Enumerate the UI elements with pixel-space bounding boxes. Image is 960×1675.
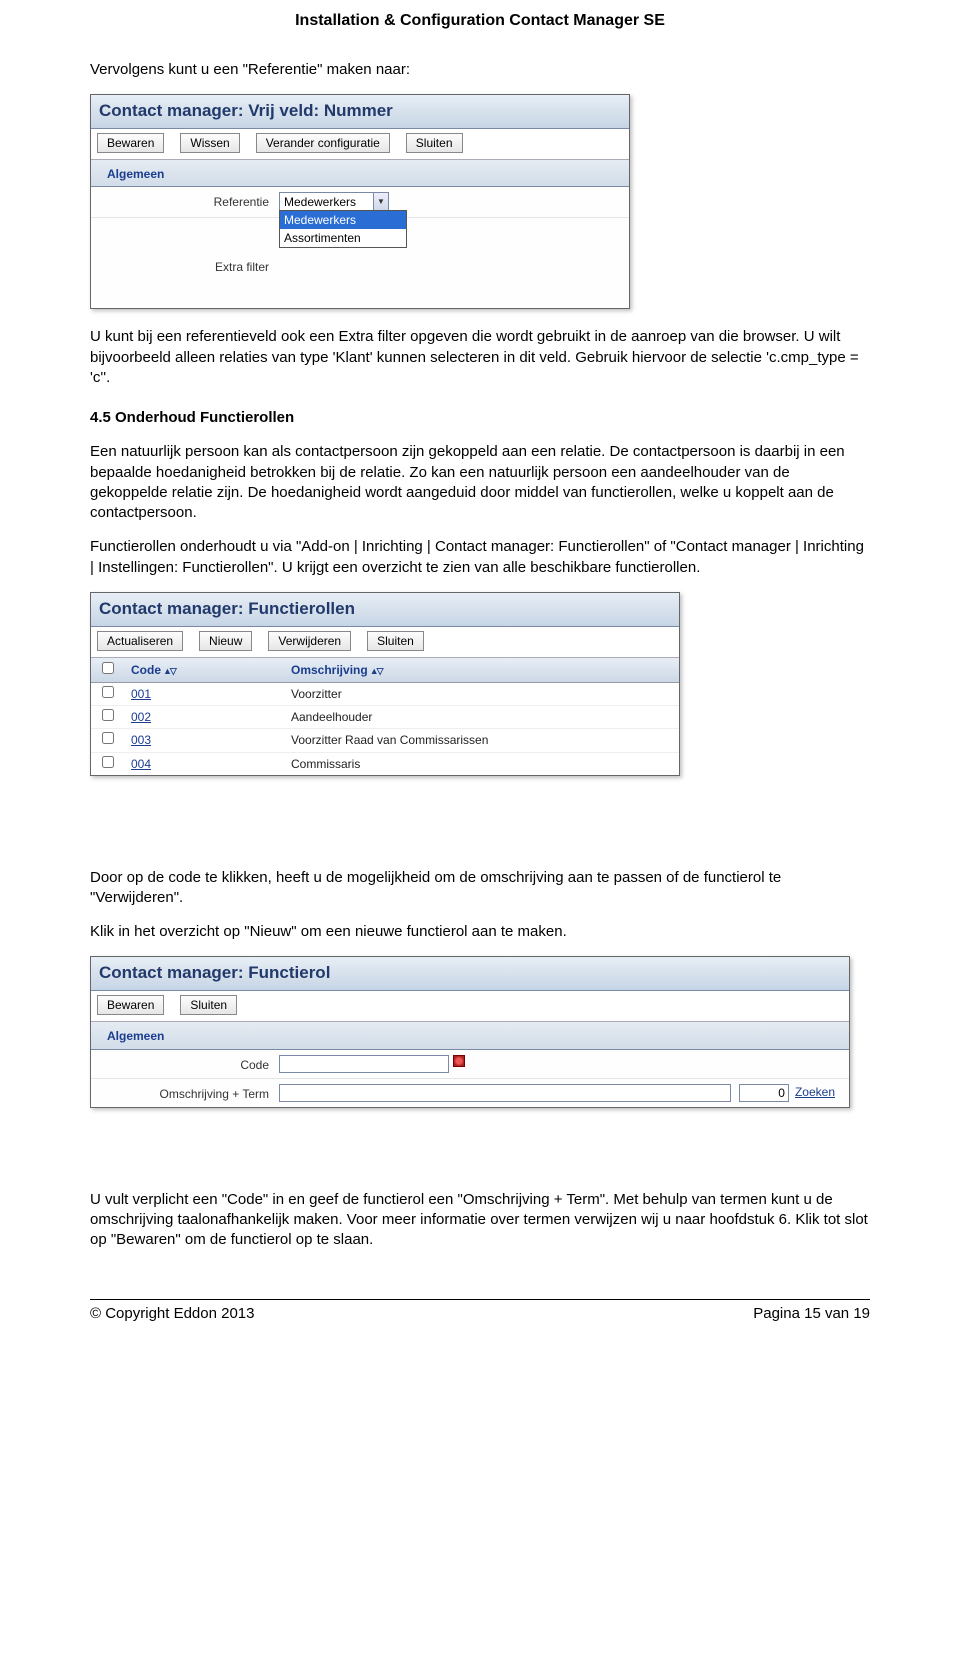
referentie-dropdown: Medewerkers Assortimenten: [279, 210, 407, 248]
sluiten-button[interactable]: Sluiten: [367, 631, 424, 651]
select-all-checkbox[interactable]: [102, 662, 114, 674]
verwijderen-button[interactable]: Verwijderen: [268, 631, 351, 651]
paragraph: U kunt bij een referentieveld ook een Ex…: [90, 327, 870, 388]
code-label: Code: [99, 1055, 279, 1073]
required-icon: [453, 1055, 467, 1067]
column-header-omschrijving[interactable]: Omschrijving▲▽: [285, 658, 388, 682]
row-description: Voorzitter: [285, 683, 679, 705]
omschrijving-input[interactable]: [279, 1084, 731, 1102]
panel-vrijveld: Contact manager: Vrij veld: Nummer Bewar…: [90, 94, 630, 310]
panel-functierollen: Contact manager: Functierollen Actualise…: [90, 592, 680, 776]
list-header: Code▲▽ Omschrijving▲▽: [91, 658, 679, 683]
row-checkbox[interactable]: [102, 686, 114, 698]
wissen-button[interactable]: Wissen: [180, 133, 239, 153]
chevron-down-icon: ▼: [373, 193, 388, 211]
table-row: 001 Voorzitter: [91, 683, 679, 706]
dropdown-option[interactable]: Medewerkers: [280, 211, 406, 229]
table-row: 003 Voorzitter Raad van Commissarissen: [91, 729, 679, 752]
sort-icon: ▲▽: [370, 666, 382, 676]
actualiseren-button[interactable]: Actualiseren: [97, 631, 183, 651]
code-link[interactable]: 001: [131, 687, 151, 701]
row-description: Commissaris: [285, 753, 679, 775]
code-link[interactable]: 004: [131, 757, 151, 771]
code-link[interactable]: 002: [131, 710, 151, 724]
code-link[interactable]: 003: [131, 733, 151, 747]
row-checkbox[interactable]: [102, 732, 114, 744]
section-heading-4-5: 4.5 Onderhoud Functierollen: [90, 408, 870, 428]
table-row: 002 Aandeelhouder: [91, 706, 679, 729]
panel-functierol: Contact manager: Functierol Bewaren Slui…: [90, 956, 850, 1108]
tab-algemeen[interactable]: Algemeen: [101, 1026, 170, 1048]
intro-paragraph: Vervolgens kunt u een "Referentie" maken…: [90, 60, 870, 80]
omschrijving-term-label: Omschrijving + Term: [99, 1084, 279, 1102]
paragraph: U vult verplicht een "Code" in en geef d…: [90, 1190, 870, 1251]
page-footer: © Copyright Eddon 2013 Pagina 15 van 19: [90, 1299, 870, 1324]
bewaren-button[interactable]: Bewaren: [97, 995, 164, 1015]
verander-config-button[interactable]: Verander configuratie: [256, 133, 390, 153]
panel-title: Contact manager: Functierollen: [99, 599, 355, 618]
sluiten-button[interactable]: Sluiten: [406, 133, 463, 153]
zoeken-link[interactable]: Zoeken: [789, 1084, 841, 1100]
dropdown-option[interactable]: Assortimenten: [280, 229, 406, 247]
bewaren-button[interactable]: Bewaren: [97, 133, 164, 153]
panel1-buttonbar: Bewaren Wissen Verander configuratie Slu…: [91, 129, 629, 160]
sort-icon: ▲▽: [163, 666, 175, 676]
row-checkbox[interactable]: [102, 756, 114, 768]
referentie-select[interactable]: Medewerkers ▼ Medewerkers Assortimenten: [279, 192, 389, 212]
panel-title: Contact manager: Vrij veld: Nummer: [99, 101, 393, 120]
document-header: Installation & Configuration Contact Man…: [90, 10, 870, 32]
nieuw-button[interactable]: Nieuw: [199, 631, 252, 651]
paragraph: Door op de code te klikken, heeft u de m…: [90, 868, 870, 909]
row-checkbox[interactable]: [102, 709, 114, 721]
paragraph: Functierollen onderhoudt u via "Add-on |…: [90, 537, 870, 578]
referentie-label: Referentie: [99, 192, 279, 210]
footer-copyright: © Copyright Eddon 2013: [90, 1304, 255, 1324]
footer-page-number: Pagina 15 van 19: [753, 1304, 870, 1324]
panel-title: Contact manager: Functierol: [99, 963, 330, 982]
code-input[interactable]: [279, 1055, 449, 1073]
table-row: 004 Commissaris: [91, 753, 679, 775]
tab-algemeen[interactable]: Algemeen: [101, 164, 170, 186]
extra-filter-label: Extra filter: [99, 257, 279, 275]
row-description: Voorzitter Raad van Commissarissen: [285, 729, 679, 751]
term-input[interactable]: [739, 1084, 789, 1102]
column-header-code[interactable]: Code▲▽: [125, 658, 285, 682]
paragraph: Een natuurlijk persoon kan als contactpe…: [90, 442, 870, 523]
sluiten-button[interactable]: Sluiten: [180, 995, 237, 1015]
paragraph: Klik in het overzicht op "Nieuw" om een …: [90, 922, 870, 942]
row-description: Aandeelhouder: [285, 706, 679, 728]
